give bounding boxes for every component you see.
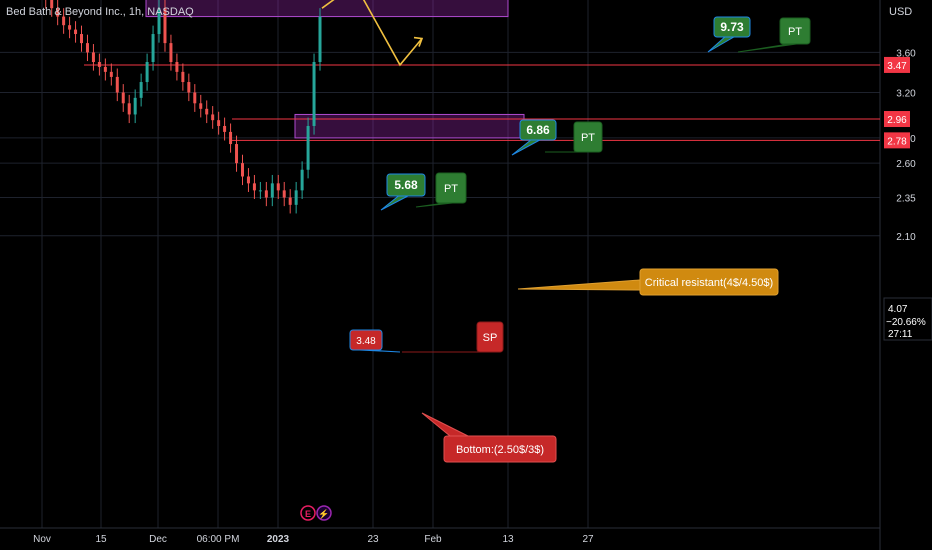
x-tick-label: 06:00 PM — [197, 534, 240, 545]
candle-body — [276, 183, 280, 191]
x-tick-label: Dec — [149, 534, 167, 545]
price-chart[interactable]: 9.73 PT 6.86 PT 5.68 PT 3.48 SP Critical resista… — [0, 0, 932, 550]
candle-body — [252, 183, 256, 191]
current-price: 4.07 — [888, 304, 908, 315]
candle-body — [85, 43, 89, 53]
y-tick-label: 2.35 — [896, 194, 916, 205]
x-tick-label: 27 — [582, 534, 594, 545]
sp-price-box[interactable]: 3.48 — [349, 329, 401, 353]
candle-body — [264, 190, 268, 198]
pt1-price-box-pointer — [707, 36, 736, 53]
pt3-tag-pointer — [415, 202, 453, 208]
bar-countdown: 27:11 — [888, 329, 913, 340]
candle-body — [288, 197, 292, 205]
pt2-price-box-pointer — [511, 139, 541, 156]
candle-body — [312, 62, 316, 126]
pt3-tag-label: PT — [444, 183, 458, 195]
candle-body — [306, 125, 310, 170]
candle-body — [300, 169, 304, 191]
currency-label: USD — [889, 6, 913, 18]
candle-body — [121, 92, 125, 104]
candle-body — [282, 190, 286, 198]
pt3-price-box-label: 5.68 — [394, 178, 418, 192]
candle-body — [80, 34, 84, 44]
x-tick-label: 13 — [502, 534, 514, 545]
candle-body — [97, 62, 101, 67]
candle-body — [211, 114, 215, 121]
candle-body — [240, 163, 244, 177]
level-price-label: 3.47 — [887, 61, 907, 72]
candle-body — [109, 71, 113, 77]
chart-root: 9.73 PT 6.86 PT 5.68 PT 3.48 SP Critical resista… — [0, 0, 932, 550]
current-change: −20.66% — [886, 317, 926, 328]
dividend-event-label: ⚡ — [318, 508, 329, 520]
bottom-pointer — [421, 412, 469, 437]
candle-body — [74, 29, 78, 35]
candle-body — [127, 103, 131, 115]
sp-tag-label: SP — [483, 332, 498, 344]
candle-body — [193, 92, 197, 104]
candle-body — [199, 103, 203, 109]
pt1-price-box-label: 9.73 — [720, 20, 744, 34]
candle-body — [181, 71, 185, 83]
candle-body — [175, 62, 179, 72]
x-tick-label: Feb — [424, 534, 442, 545]
x-tick-label: 15 — [95, 534, 107, 545]
candles — [45, 0, 322, 214]
y-tick-label: 2.10 — [896, 232, 916, 243]
x-tick-label: 23 — [367, 534, 379, 545]
resistance-callout[interactable]: Critical resistant(4$/4.50$) — [517, 268, 779, 296]
candle-body — [235, 144, 239, 164]
pt1-tag-pointer — [737, 43, 797, 53]
resistance-pointer — [517, 279, 641, 291]
candle-body — [139, 82, 143, 98]
bottom-callout[interactable]: Bottom:(2.50$/3$) — [421, 412, 557, 463]
pt1-price-box[interactable]: 9.73 — [707, 16, 751, 53]
pt1-tag-label: PT — [788, 26, 802, 38]
candle-body — [217, 120, 221, 126]
bottom-label: Bottom:(2.50$/3$) — [456, 444, 544, 456]
level-price-label: 2.78 — [887, 136, 907, 147]
candle-body — [246, 176, 250, 184]
grid — [0, 0, 880, 528]
candle-body — [169, 43, 173, 63]
sp-tag[interactable]: SP — [402, 321, 504, 353]
sp-price-box-label: 3.48 — [356, 336, 376, 347]
candle-body — [91, 52, 95, 63]
candle-body — [68, 25, 72, 30]
candle-body — [270, 183, 274, 198]
candle-body — [133, 97, 137, 115]
candle-body — [258, 190, 262, 192]
pt3-price-box-pointer — [380, 195, 409, 211]
y-tick-label: 3.20 — [896, 88, 916, 99]
candle-body — [294, 190, 298, 205]
zone-rect — [145, 0, 509, 18]
candle-body — [145, 62, 149, 83]
candle-body — [223, 125, 227, 132]
candle-body — [115, 76, 119, 93]
pt3-price-box[interactable]: 5.68 — [380, 173, 426, 211]
level-price-label: 2.96 — [887, 115, 907, 126]
pt2-tag-label: PT — [581, 132, 595, 144]
earnings-event-label: E — [305, 509, 311, 519]
pt2-price-box-label: 6.86 — [526, 123, 550, 137]
projection-arrowhead — [413, 36, 424, 47]
y-tick-label: 2.60 — [896, 159, 916, 170]
candle-body — [187, 82, 191, 93]
candle-body — [103, 66, 107, 72]
candle-body — [151, 34, 155, 63]
x-tick-label: 2023 — [267, 534, 290, 545]
candle-body — [229, 131, 233, 145]
zone-rect — [294, 113, 525, 139]
resistance-label: Critical resistant(4$/4.50$) — [645, 277, 773, 289]
x-tick-label: Nov — [33, 534, 51, 545]
candle-body — [318, 16, 322, 63]
candle-body — [205, 108, 209, 115]
chart-title: Bed Bath & Beyond Inc., 1h, NASDAQ — [6, 6, 194, 18]
